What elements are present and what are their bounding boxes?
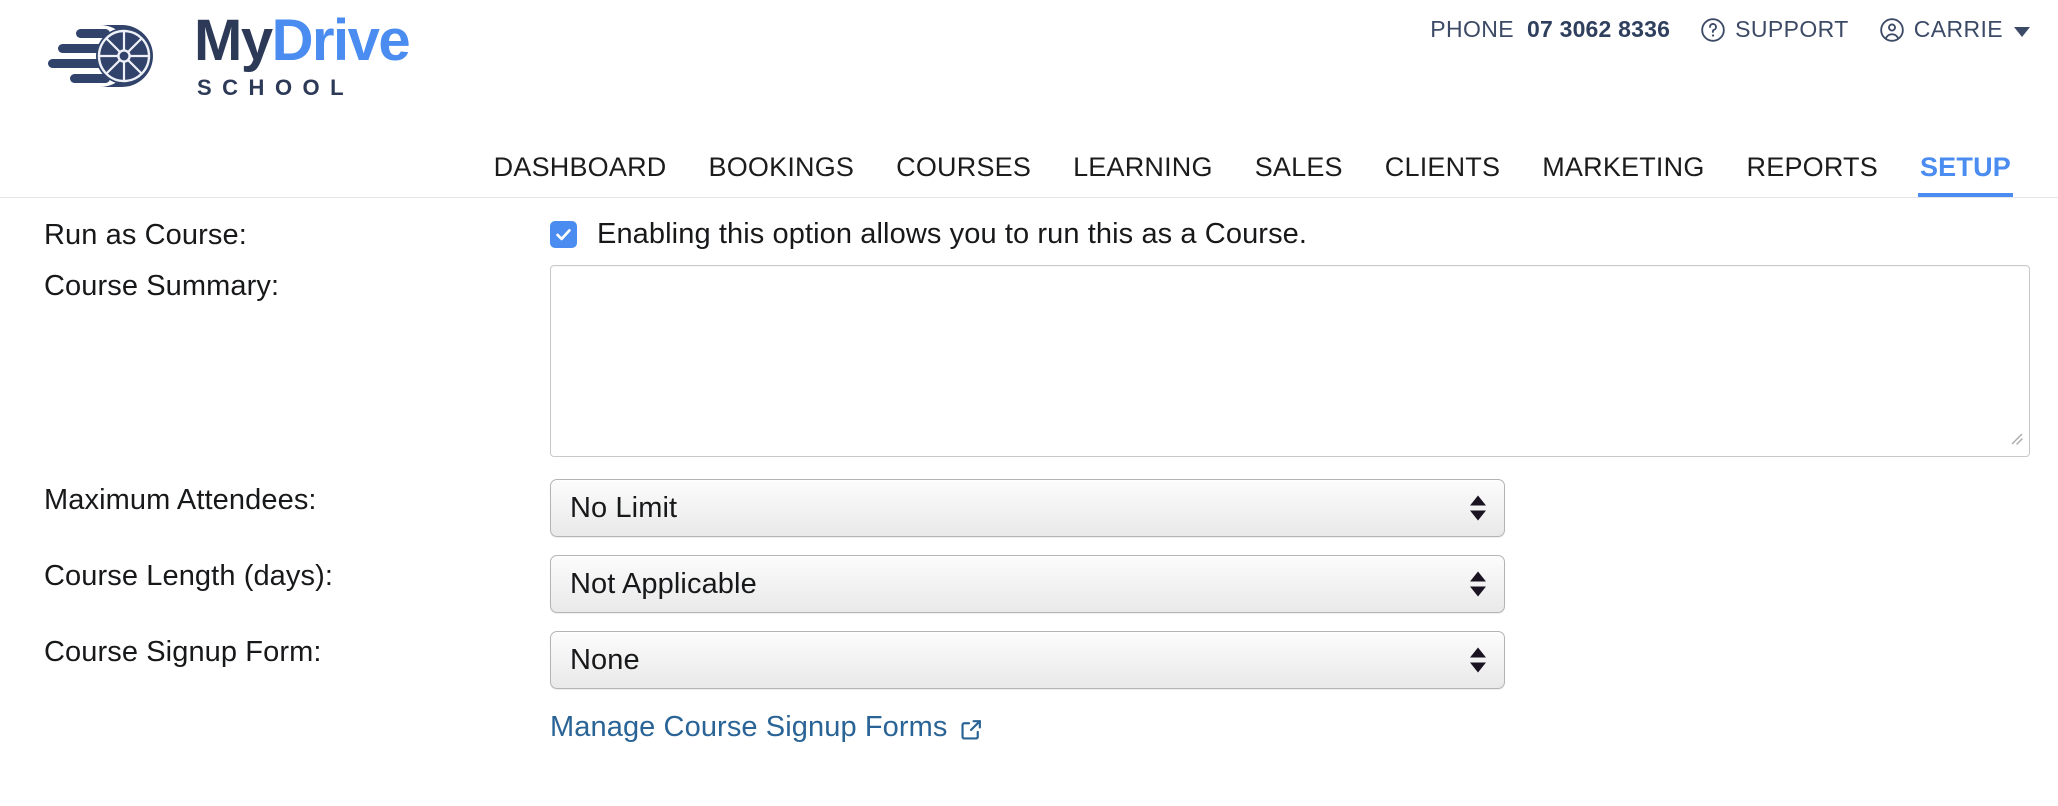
utility-bar: PHONE 07 3062 8336 SUPPORT CARRIE bbox=[1430, 16, 2030, 43]
maximum-attendees-select[interactable]: No Limit bbox=[550, 479, 1505, 537]
logo-title-my: My bbox=[194, 8, 273, 73]
page-header: PHONE 07 3062 8336 SUPPORT CARRIE MyDriv… bbox=[0, 0, 2058, 198]
row-run-as-course: Run as Course: Enabling this option allo… bbox=[0, 214, 2058, 252]
course-summary-label: Course Summary: bbox=[44, 270, 280, 302]
account-menu[interactable]: CARRIE bbox=[1879, 16, 2030, 43]
logo-wordmark: MyDrive SCHOOL bbox=[194, 12, 411, 100]
course-length-label: Course Length (days): bbox=[44, 560, 334, 592]
phone-number[interactable]: 07 3062 8336 bbox=[1527, 16, 1670, 43]
account-label: CARRIE bbox=[1913, 16, 2003, 42]
course-summary-textarea[interactable] bbox=[550, 265, 2030, 457]
course-signup-form-label: Course Signup Form: bbox=[44, 636, 322, 668]
nav-item-learning[interactable]: LEARNING bbox=[1052, 152, 1234, 197]
course-length-value: Not Applicable bbox=[570, 567, 757, 600]
main-navigation: DASHBOARD BOOKINGS COURSES LEARNING SALE… bbox=[0, 152, 2032, 197]
course-signup-form-value: None bbox=[570, 643, 640, 676]
nav-item-courses[interactable]: COURSES bbox=[875, 152, 1052, 197]
phone-block: PHONE 07 3062 8336 bbox=[1430, 16, 1670, 43]
row-course-signup-form: Course Signup Form: None bbox=[0, 631, 2058, 689]
nav-item-setup[interactable]: SETUP bbox=[1899, 152, 2032, 197]
course-settings-form: Run as Course: Enabling this option allo… bbox=[0, 198, 2058, 744]
brand-logo[interactable]: MyDrive SCHOOL bbox=[48, 12, 411, 100]
support-link[interactable]: SUPPORT bbox=[1700, 16, 1849, 43]
sort-arrows-icon bbox=[1470, 647, 1486, 673]
resize-grip-icon[interactable] bbox=[2009, 431, 2024, 451]
nav-item-dashboard[interactable]: DASHBOARD bbox=[473, 152, 688, 197]
support-label: SUPPORT bbox=[1735, 16, 1849, 42]
row-course-summary: Course Summary: bbox=[0, 265, 2058, 457]
sort-arrows-icon bbox=[1470, 495, 1486, 521]
wheel-speed-icon bbox=[48, 17, 180, 95]
manage-course-signup-forms-label: Manage Course Signup Forms bbox=[550, 711, 948, 743]
user-circle-icon bbox=[1879, 17, 1905, 43]
course-length-select[interactable]: Not Applicable bbox=[550, 555, 1505, 613]
maximum-attendees-value: No Limit bbox=[570, 491, 678, 524]
check-icon bbox=[556, 229, 571, 241]
logo-subtitle: SCHOOL bbox=[197, 75, 355, 100]
nav-item-marketing[interactable]: MARKETING bbox=[1521, 152, 1725, 197]
run-as-course-description: Enabling this option allows you to run t… bbox=[597, 218, 1308, 250]
manage-course-signup-forms-link[interactable]: Manage Course Signup Forms bbox=[550, 711, 984, 744]
manage-forms-spacer bbox=[0, 707, 550, 712]
external-link-icon bbox=[959, 715, 984, 740]
row-manage-signup-forms: Manage Course Signup Forms bbox=[0, 707, 2058, 744]
question-circle-icon bbox=[1700, 17, 1726, 43]
nav-item-reports[interactable]: REPORTS bbox=[1726, 152, 1899, 197]
run-as-course-label: Run as Course: bbox=[44, 219, 247, 251]
nav-item-bookings[interactable]: BOOKINGS bbox=[688, 152, 876, 197]
row-maximum-attendees: Maximum Attendees: No Limit bbox=[0, 479, 2058, 537]
maximum-attendees-label: Maximum Attendees: bbox=[44, 484, 317, 516]
nav-item-sales[interactable]: SALES bbox=[1234, 152, 1364, 197]
chevron-down-icon bbox=[2014, 26, 2030, 37]
logo-title-drive: Drive bbox=[271, 8, 411, 73]
course-signup-form-select[interactable]: None bbox=[550, 631, 1505, 689]
sort-arrows-icon bbox=[1470, 571, 1486, 597]
phone-label: PHONE bbox=[1430, 16, 1514, 42]
row-course-length: Course Length (days): Not Applicable bbox=[0, 555, 2058, 613]
run-as-course-checkbox[interactable] bbox=[550, 221, 577, 248]
nav-item-clients[interactable]: CLIENTS bbox=[1364, 152, 1521, 197]
